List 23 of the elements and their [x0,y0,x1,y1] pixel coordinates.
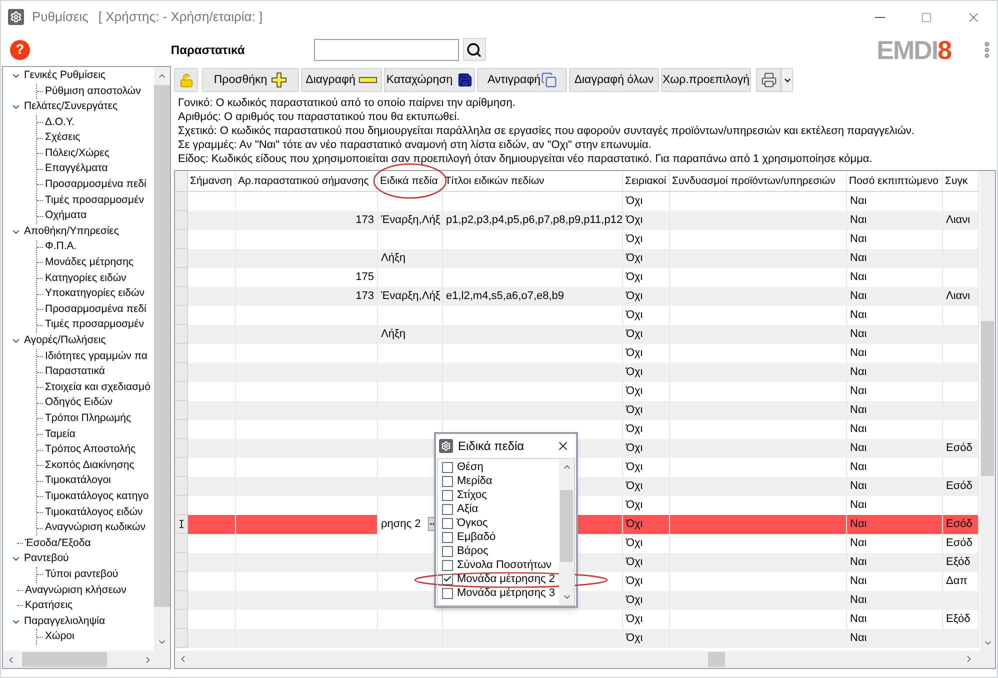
window-subtitle: [ Χρήστης: - Χρήση/εταιρία: ] [98,8,263,26]
table-cell: Ναι [847,628,943,648]
checkbox-label: Μονάδα μέτρησης 3 [457,586,556,600]
info-text: Είδος: Κωδικός είδους που χρησιμοποιείται σαν προεπιλογή όταν δημιουργείται νέο παραστατικό. Για παραπάνω από 1 χρησιμοποίησε κόμμα. [178,152,874,166]
dialog-title: Ειδικά πεδία [458,438,524,455]
checkbox-label: Μερίδα [457,474,492,488]
cell-text: ρησης 2 [381,517,421,532]
checkbox-label: Θέση [457,460,484,474]
checkbox-label: Εμβαδό [457,530,496,544]
window-title: Ρυθμίσεις [32,8,88,26]
checkbox-label: Όγκος [457,516,488,530]
checkbox-label: Σύνολα Ποσοτήτων [457,558,552,572]
table-cell: Όχι [623,628,670,648]
info-text: Γονικό: Ο κωδικός παραστατικού από το οποίο παίρνει την αρίθμηση. [178,96,516,110]
checkbox-label: Βάρος [457,544,488,558]
checkbox-label: Μονάδα μέτρησης 2 [457,572,556,586]
checkbox-label: Αξία [457,502,478,516]
info-text: Σχετικό: Ο κωδικός παραστατικού που δημιουργείται παράλληλα σε εργασίες που αφορούν συνταγές προϊόντων/υπηρεσιών και εκτέλεση παραγγελιών. [178,124,916,138]
checkbox-label: Στίχος [457,488,487,502]
section-title: Παραστατικά [170,42,245,58]
info-text: Αριθμός: Ο αριθμός του παραστατικού που θα εκτυπωθεί. [178,110,461,124]
logo: EMDI8 [876,36,952,62]
info-text: Σε γραμμές: Αν "Ναι" τότε αν νέο παραστατικό αναμονή στη λίστα ειδών, αν "Οχι" στην επωνυμία. [178,138,652,152]
